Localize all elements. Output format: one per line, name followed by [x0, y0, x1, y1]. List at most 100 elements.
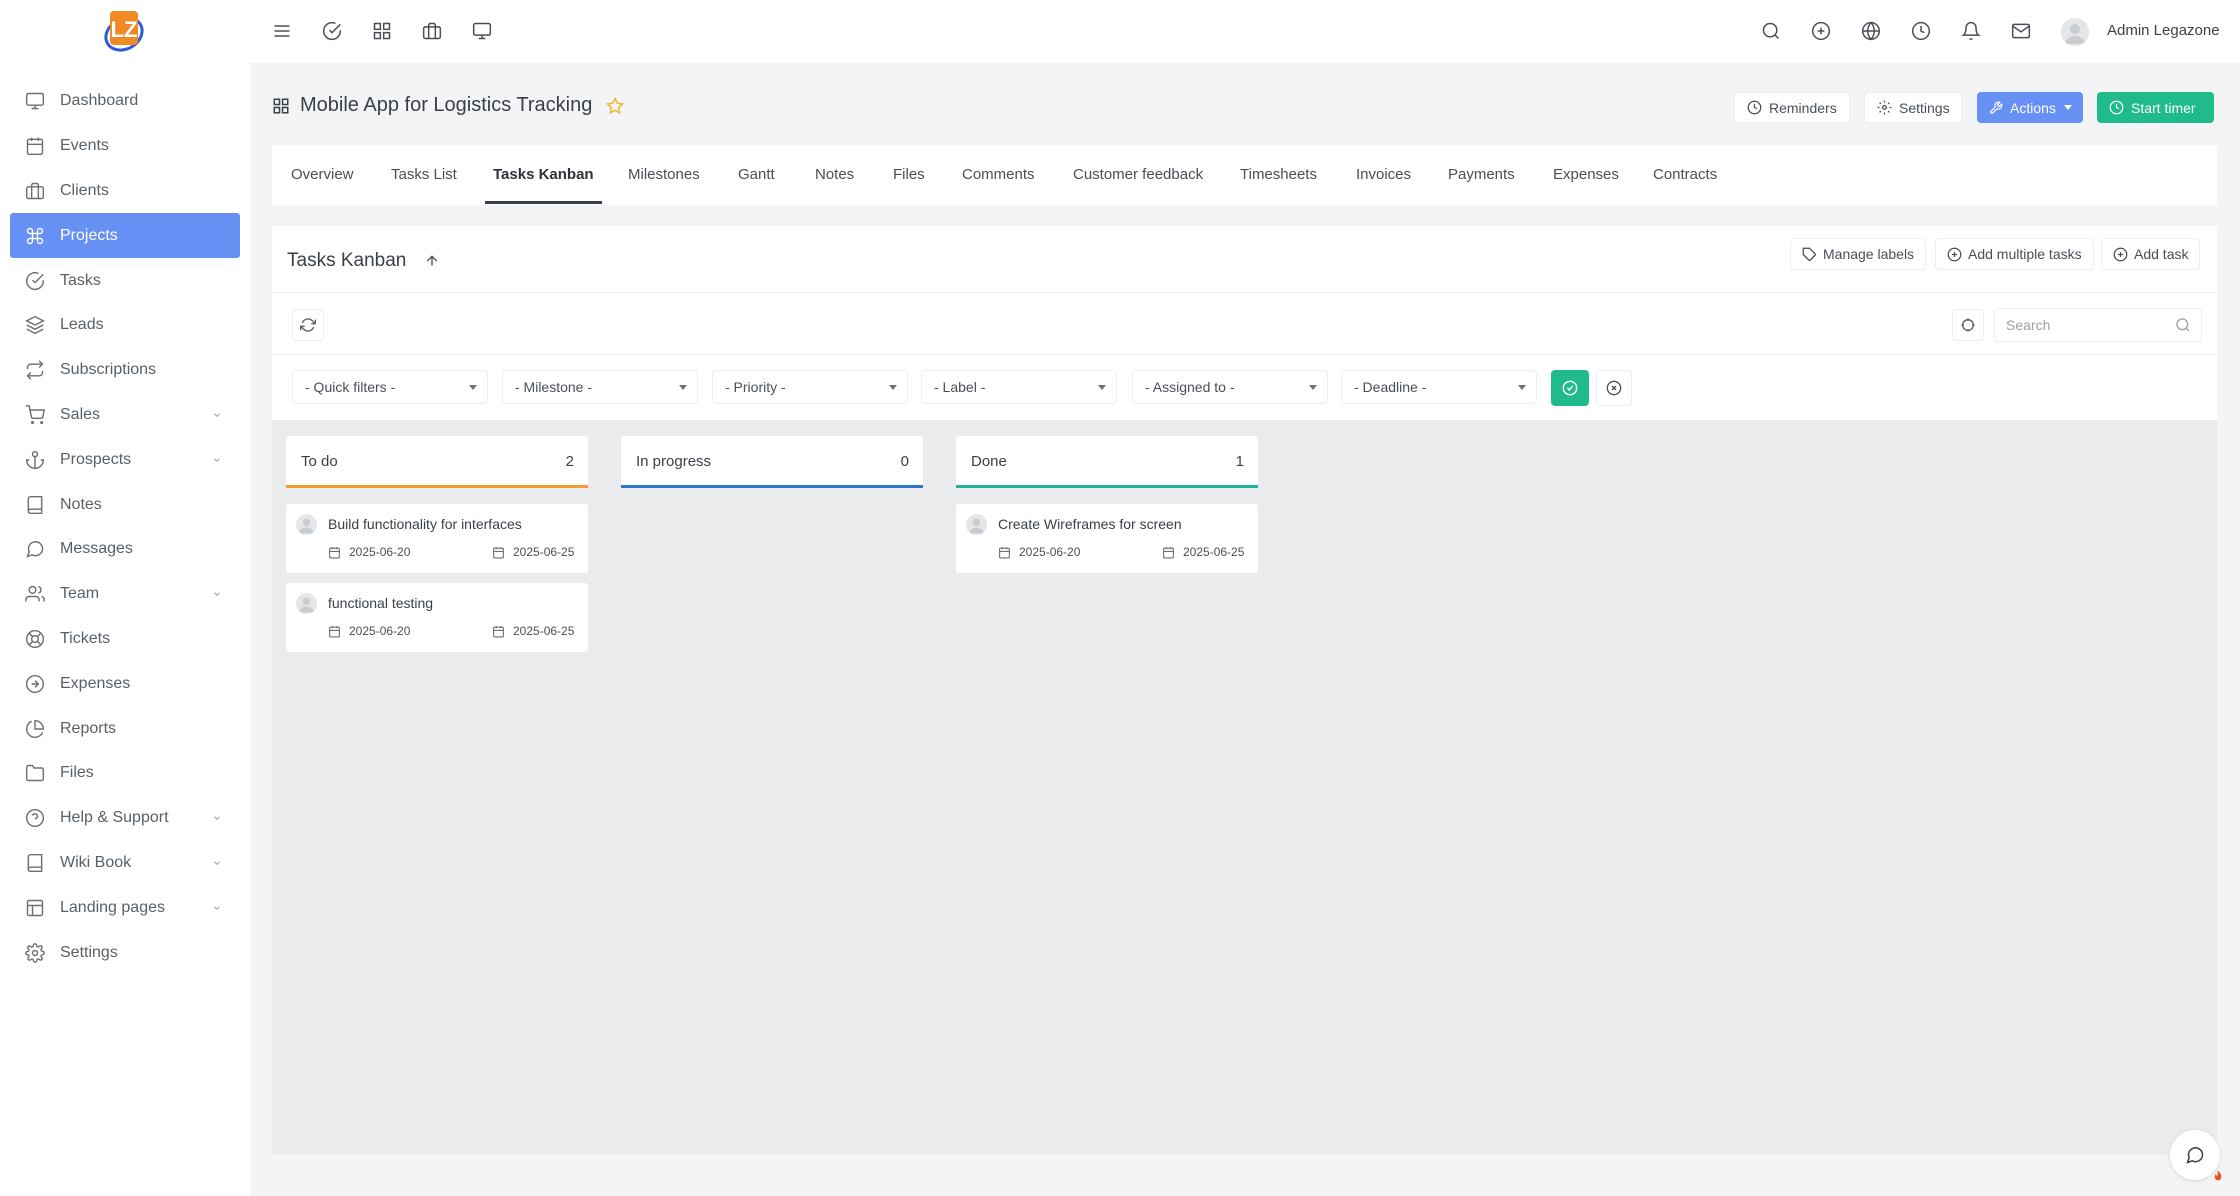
column-title: Done: [971, 453, 1007, 470]
settings-button[interactable]: Settings: [1864, 92, 1962, 123]
label-select[interactable]: - Label -: [921, 370, 1117, 404]
briefcase-icon[interactable]: [420, 19, 444, 43]
kanban-title: Tasks Kanban: [287, 250, 440, 272]
search-field[interactable]: [1994, 308, 2202, 342]
refresh-button[interactable]: [292, 309, 324, 341]
task-title[interactable]: Build functionality for interfaces: [328, 516, 522, 532]
plus-circle-icon: [1947, 247, 1962, 262]
chevron-down-icon[interactable]: [212, 455, 222, 465]
task-title[interactable]: Create Wireframes for screen: [998, 516, 1182, 532]
sidebar-item-dashboard[interactable]: Dashboard: [10, 79, 240, 124]
check-circle-icon[interactable]: [320, 19, 344, 43]
avatar[interactable]: [966, 514, 987, 535]
sidebar-item-projects[interactable]: Projects: [10, 213, 240, 259]
sidebar-item-settings[interactable]: Settings: [10, 930, 240, 975]
bell-icon[interactable]: [1959, 19, 1983, 43]
avatar[interactable]: [296, 593, 317, 614]
tab-notes[interactable]: Notes: [815, 145, 854, 205]
column-header: In progress 0: [621, 436, 923, 488]
priority-select[interactable]: - Priority -: [712, 370, 908, 404]
tab-invoices[interactable]: Invoices: [1356, 145, 1411, 205]
add-multiple-tasks-button[interactable]: Add multiple tasks: [1935, 238, 2094, 270]
deadline-select[interactable]: - Deadline -: [1341, 370, 1537, 404]
sidebar-item-tickets[interactable]: Tickets: [10, 617, 240, 662]
tab-files[interactable]: Files: [893, 145, 925, 205]
chevron-down-icon[interactable]: [212, 410, 222, 420]
tab-contracts[interactable]: Contracts: [1653, 145, 1717, 205]
star-icon[interactable]: [606, 96, 625, 115]
repeat-icon: [24, 359, 46, 381]
task-title[interactable]: functional testing: [328, 595, 433, 611]
sidebar-item-events[interactable]: Events: [10, 124, 240, 169]
chevron-down-icon[interactable]: [212, 589, 222, 599]
task-start-date: 2025-06-20: [328, 545, 410, 559]
sidebar-item-messages[interactable]: Messages: [10, 527, 240, 572]
monitor-icon[interactable]: [470, 19, 494, 43]
sidebar-item-team[interactable]: Team: [10, 572, 240, 617]
gear-icon: [1877, 100, 1892, 115]
actions-dropdown-button[interactable]: Actions: [1977, 92, 2083, 123]
tab-gantt[interactable]: Gantt: [738, 145, 775, 205]
milestone-select[interactable]: - Milestone -: [502, 370, 698, 404]
sidebar-item-clients[interactable]: Clients: [10, 169, 240, 214]
sidebar-item-wiki-book[interactable]: Wiki Book: [10, 841, 240, 886]
sidebar-item-subscriptions[interactable]: Subscriptions: [10, 348, 240, 393]
clock-icon[interactable]: [1909, 19, 1933, 43]
tab-comments[interactable]: Comments: [962, 145, 1035, 205]
user-name[interactable]: Admin Legazone: [2107, 22, 2220, 39]
tab-timesheets[interactable]: Timesheets: [1240, 145, 1317, 205]
crosshair-icon: [1960, 317, 1976, 333]
apply-filters-button[interactable]: [1551, 370, 1589, 406]
sidebar: LZ Dashboard Events Clients Projects Tas…: [0, 0, 250, 1196]
sidebar-item-leads[interactable]: Leads: [10, 303, 240, 348]
sidebar-item-label: Messages: [60, 540, 133, 558]
sidebar-item-landing-pages[interactable]: Landing pages: [10, 885, 240, 930]
tab-customer-feedback[interactable]: Customer feedback: [1073, 145, 1203, 205]
crosshair-button[interactable]: [1952, 309, 1984, 341]
tab-tasks-list[interactable]: Tasks List: [391, 145, 457, 205]
task-card[interactable]: functional testing 2025-06-20 2025-06-25: [286, 583, 588, 652]
sidebar-item-help-support[interactable]: Help & Support: [10, 796, 240, 841]
manage-labels-button[interactable]: Manage labels: [1790, 238, 1927, 270]
add-task-button[interactable]: Add task: [2101, 238, 2201, 270]
search-input[interactable]: [1995, 309, 2155, 341]
grid-icon[interactable]: [370, 19, 394, 43]
calendar-icon: [493, 546, 504, 558]
tab-expenses[interactable]: Expenses: [1553, 145, 1619, 205]
task-card[interactable]: Create Wireframes for screen 2025-06-20 …: [956, 504, 1258, 573]
avatar[interactable]: [296, 514, 317, 535]
sidebar-item-expenses[interactable]: Expenses: [10, 661, 240, 706]
clear-filters-button[interactable]: [1596, 370, 1632, 406]
column-count: 1: [1235, 453, 1244, 470]
assigned-to-select[interactable]: - Assigned to -: [1132, 370, 1328, 404]
sidebar-item-sales[interactable]: Sales: [10, 393, 240, 438]
sidebar-item-tasks[interactable]: Tasks: [10, 258, 240, 303]
plus-circle-icon[interactable]: [1809, 19, 1833, 43]
chevron-down-icon[interactable]: [212, 858, 222, 868]
search-icon[interactable]: [1759, 19, 1783, 43]
book-icon: [24, 852, 46, 874]
sidebar-item-label: Prospects: [60, 450, 132, 468]
sidebar-item-files[interactable]: Files: [10, 751, 240, 796]
tab-overview[interactable]: Overview: [291, 145, 354, 205]
help-circle-icon: [24, 807, 46, 829]
chevron-down-icon[interactable]: [212, 813, 222, 823]
tab-tasks-kanban[interactable]: Tasks Kanban: [485, 145, 602, 205]
sidebar-item-notes[interactable]: Notes: [10, 482, 240, 527]
reminders-button[interactable]: Reminders: [1734, 92, 1850, 123]
sidebar-item-label: Subscriptions: [60, 361, 157, 379]
tab-milestones[interactable]: Milestones: [628, 145, 700, 205]
globe-icon[interactable]: [1859, 19, 1883, 43]
start-timer-button[interactable]: Start timer: [2097, 92, 2214, 123]
menu-icon[interactable]: [270, 19, 294, 43]
sidebar-item-prospects[interactable]: Prospects: [10, 437, 240, 482]
arrow-up-icon[interactable]: [424, 253, 440, 269]
mail-icon[interactable]: [2009, 19, 2033, 43]
tab-payments[interactable]: Payments: [1448, 145, 1515, 205]
task-card[interactable]: Build functionality for interfaces 2025-…: [286, 504, 588, 573]
quick-filters-select[interactable]: - Quick filters -: [292, 370, 488, 404]
avatar[interactable]: [2061, 18, 2089, 46]
sidebar-item-reports[interactable]: Reports: [10, 706, 240, 751]
app-logo[interactable]: LZ: [100, 8, 148, 54]
chevron-down-icon[interactable]: [212, 903, 222, 913]
